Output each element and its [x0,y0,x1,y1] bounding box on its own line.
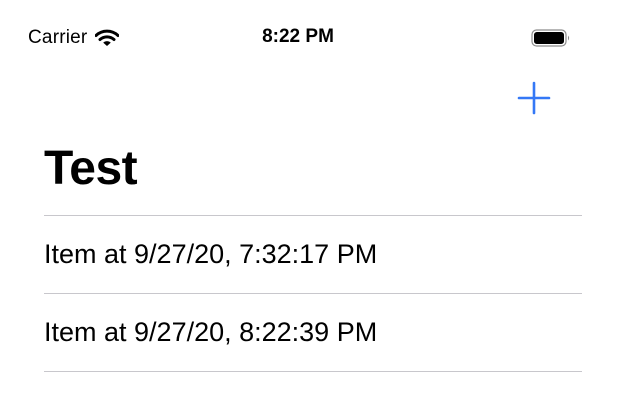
plus-icon [517,81,551,115]
app-screen: Carrier 8:22 PM Test Item at 9/27/20, 7:… [0,0,634,406]
list-item[interactable]: Item at 9/27/20, 7:32:17 PM [44,216,582,294]
list-item-label: Item at 9/27/20, 7:32:17 PM [44,239,378,269]
battery-full-icon [531,29,571,47]
page-title: Test [44,142,138,195]
items-list: Item at 9/27/20, 7:32:17 PM Item at 9/27… [44,215,582,372]
status-time: 8:22 PM [262,26,334,47]
list-item-label: Item at 9/27/20, 8:22:39 PM [44,317,378,347]
status-bar: Carrier 8:22 PM [0,0,634,76]
list-item[interactable]: Item at 9/27/20, 8:22:39 PM [44,294,582,372]
add-button[interactable] [514,78,554,118]
